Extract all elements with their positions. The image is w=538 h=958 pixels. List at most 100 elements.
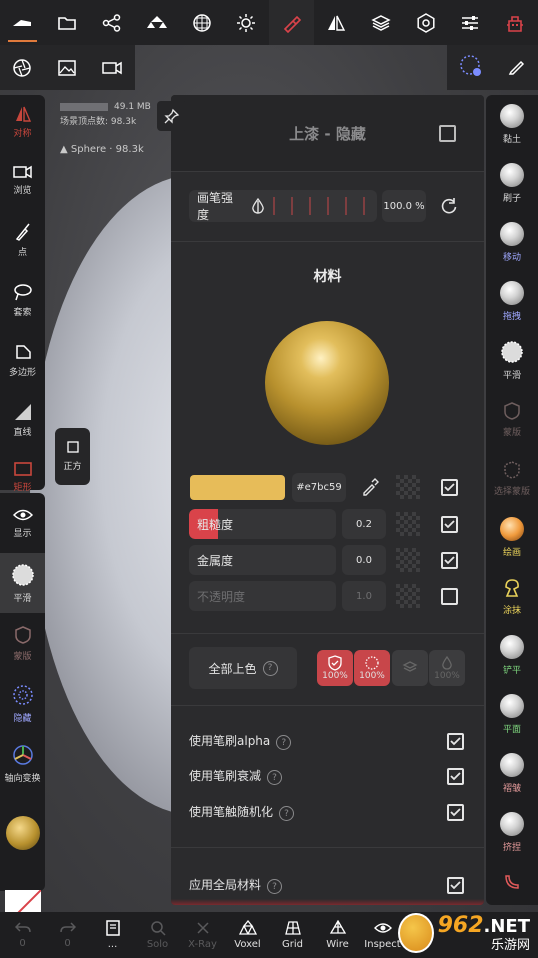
video-icon[interactable]: [90, 45, 135, 90]
grid-button[interactable]: Grid: [270, 912, 315, 958]
metalness-checker: [396, 548, 420, 572]
brush-strength-value[interactable]: 100.0 %: [382, 190, 426, 222]
help-icon[interactable]: ?: [279, 806, 295, 822]
help-icon[interactable]: ?: [262, 660, 278, 676]
material-preview-button[interactable]: [0, 793, 45, 873]
tool-lasso[interactable]: 套索: [0, 270, 45, 330]
material-preview-sphere[interactable]: [265, 321, 389, 445]
color-swatch[interactable]: [190, 475, 285, 500]
help-icon[interactable]: ?: [276, 735, 292, 751]
paint-all-button[interactable]: 全部上色?: [189, 647, 297, 689]
brush-smooth[interactable]: 平滑: [486, 331, 538, 390]
mode-roughness-toggle[interactable]: 100%: [354, 650, 390, 686]
use-falloff-checkbox[interactable]: [447, 767, 464, 785]
use-falloff-row[interactable]: 使用笔刷衰减?: [189, 764, 464, 788]
brush-more[interactable]: [486, 862, 538, 902]
global-material-row[interactable]: 应用全局材料?: [189, 873, 464, 897]
color-enable-checkbox[interactable]: [441, 479, 458, 496]
use-random-checkbox[interactable]: [447, 803, 464, 821]
camera-aperture-icon[interactable]: [0, 45, 45, 90]
opacity-slider[interactable]: 不透明度: [189, 581, 336, 611]
hide-brush-icon[interactable]: [458, 53, 484, 83]
brush-pinch[interactable]: 挤捏: [486, 803, 538, 862]
tool-axis-transform[interactable]: 轴向变换: [0, 733, 45, 793]
reset-icon[interactable]: [439, 196, 459, 216]
search-icon: [150, 921, 166, 936]
use-alpha-row[interactable]: 使用笔刷alpha?: [189, 729, 464, 753]
mode-color-toggle[interactable]: 100%: [317, 650, 353, 686]
brush-paint[interactable]: 绘画: [486, 508, 538, 567]
undo-button[interactable]: 0: [0, 912, 45, 958]
tool-polygon[interactable]: 多边形: [0, 330, 45, 390]
brush-strength-label: 画笔强度: [197, 191, 234, 222]
redo-button[interactable]: 0: [45, 912, 90, 958]
voxel-button[interactable]: Voxel: [225, 912, 270, 958]
mode-metal-toggle[interactable]: [392, 650, 428, 686]
mode-pct: 100%: [434, 671, 460, 681]
mode-opacity-toggle[interactable]: 100%: [429, 650, 465, 686]
tool-label: 黏土: [502, 135, 521, 145]
tool-hide[interactable]: 隐藏: [0, 673, 45, 733]
layers-icon[interactable]: [358, 0, 403, 45]
pin-icon: [164, 108, 180, 124]
opacity-value[interactable]: 1.0: [342, 581, 386, 611]
folder-icon[interactable]: [45, 0, 90, 45]
tool-line[interactable]: 直线: [0, 390, 45, 450]
roughness-checkbox[interactable]: [441, 516, 458, 533]
share-icon[interactable]: [90, 0, 135, 45]
tool-label: 涂抹: [502, 606, 521, 616]
brush-smudge[interactable]: 涂抹: [486, 567, 538, 626]
help-icon[interactable]: ?: [267, 879, 283, 895]
xray-button[interactable]: X-Ray: [180, 912, 225, 958]
brush-strength-slider[interactable]: 画笔强度: [189, 190, 377, 222]
image-icon[interactable]: [45, 45, 90, 90]
wire-button[interactable]: Wire: [315, 912, 360, 958]
solo-button[interactable]: Solo: [135, 912, 180, 958]
light-icon[interactable]: [224, 0, 269, 45]
tool-label: 直线: [13, 427, 32, 438]
tool-browse[interactable]: 浏览: [0, 150, 45, 210]
roughness-value-text: 0.2: [356, 518, 372, 530]
roughness-slider[interactable]: 粗糙度: [189, 509, 336, 539]
tool-dot[interactable]: 点: [0, 210, 45, 270]
roughness-value[interactable]: 0.2: [342, 509, 386, 539]
sliders-icon[interactable]: [448, 0, 493, 45]
pin-panel-button[interactable]: [157, 101, 187, 131]
opacity-checkbox[interactable]: [441, 588, 458, 605]
symmetry-icon[interactable]: [314, 0, 359, 45]
use-random-row[interactable]: 使用笔触随机化?: [189, 800, 464, 824]
panel-header-checkbox[interactable]: [439, 125, 456, 142]
tool-display[interactable]: 显示: [0, 493, 45, 553]
brush-mask[interactable]: 蒙版: [486, 390, 538, 449]
brush-select-mask[interactable]: 选择蒙版: [486, 449, 538, 508]
eyedropper-icon[interactable]: [361, 478, 379, 496]
brush-brush[interactable]: 刷子: [486, 154, 538, 213]
brush-clay[interactable]: 黏土: [486, 95, 538, 154]
use-alpha-checkbox[interactable]: [447, 732, 464, 750]
global-material-checkbox[interactable]: [447, 876, 464, 894]
metalness-value[interactable]: 0.0: [342, 545, 386, 575]
pen-icon[interactable]: [507, 56, 527, 80]
brush-icon[interactable]: [268, 0, 314, 45]
metalness-checkbox[interactable]: [441, 552, 458, 569]
tool-mask[interactable]: 蒙版: [0, 613, 45, 673]
settings-icon[interactable]: [403, 0, 448, 45]
sculpt-icon[interactable]: [0, 0, 45, 45]
brush-flatten[interactable]: 铲平: [486, 626, 538, 685]
tool-smooth[interactable]: 平滑: [0, 553, 45, 613]
brush-drag[interactable]: 拖拽: [486, 272, 538, 331]
brush-crease[interactable]: 褶皱: [486, 744, 538, 803]
metalness-slider[interactable]: 金属度: [189, 545, 336, 575]
scene-button[interactable]: ...: [90, 912, 135, 958]
gear-bot-icon[interactable]: [493, 0, 538, 45]
wire-sphere-icon[interactable]: [179, 0, 224, 45]
help-icon[interactable]: ?: [267, 770, 283, 786]
color-hex-field[interactable]: #e7bc59: [292, 473, 346, 502]
pressure-drop-icon[interactable]: [250, 197, 266, 215]
topology-icon[interactable]: [134, 0, 179, 45]
view-cube-front[interactable]: 正方: [55, 428, 90, 485]
leaf-icon: [505, 875, 519, 889]
brush-plane[interactable]: 平面: [486, 685, 538, 744]
brush-move[interactable]: 移动: [486, 213, 538, 272]
tool-symmetry[interactable]: 对称: [0, 95, 45, 150]
